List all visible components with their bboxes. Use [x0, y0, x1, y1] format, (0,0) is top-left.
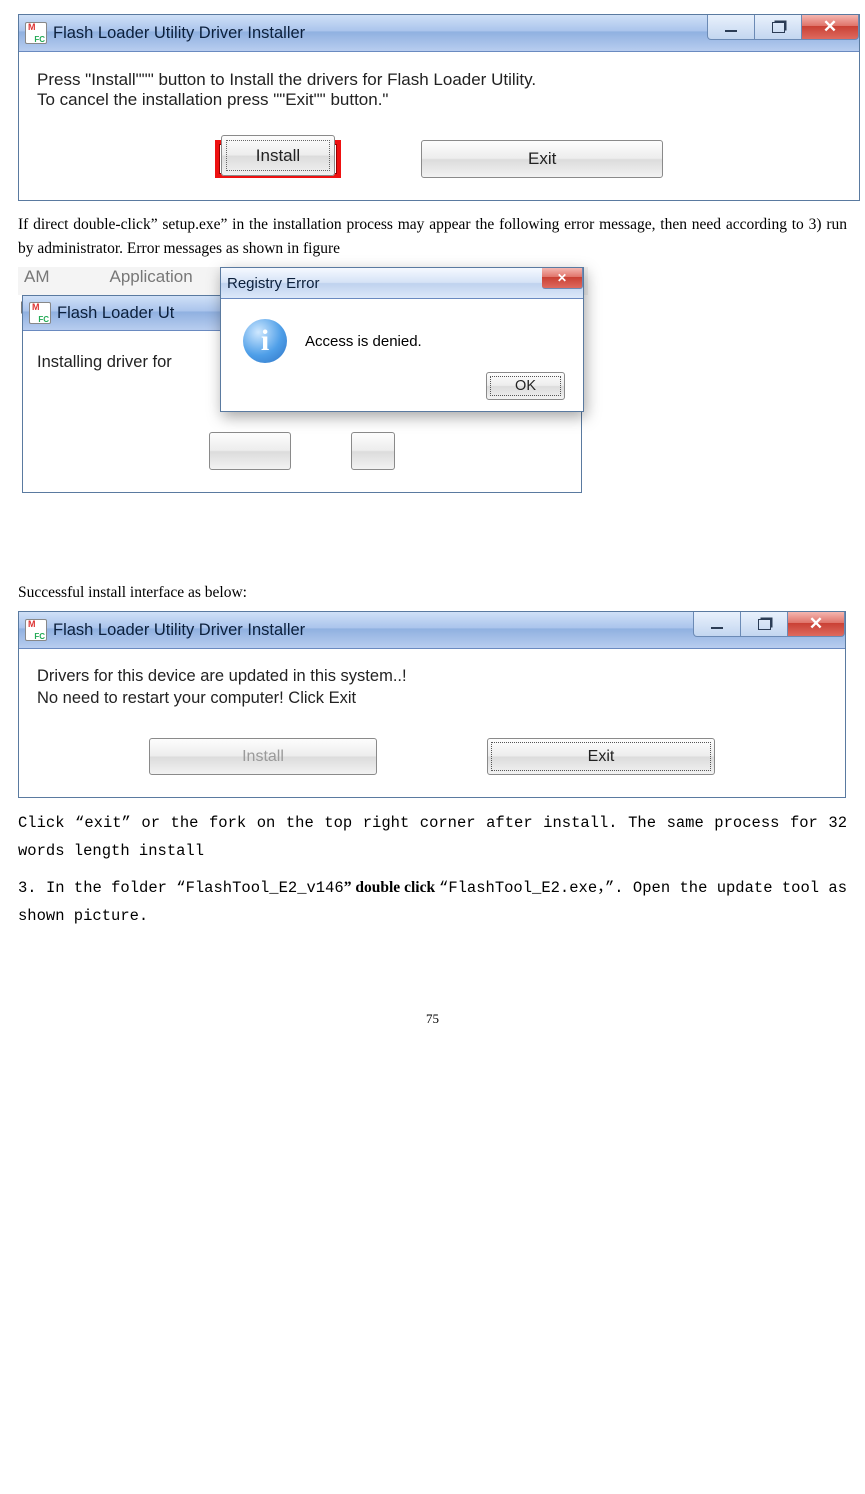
close-button[interactable] [802, 15, 859, 40]
exit-button[interactable]: Exit [421, 140, 663, 178]
hidden-button-left[interactable] [209, 432, 291, 470]
title-bar: Flash Loader Utility Driver Installer [19, 612, 845, 649]
app-icon [25, 619, 47, 641]
exit-button[interactable]: Exit [487, 738, 715, 776]
app-icon [29, 302, 51, 324]
error-screenshot-composite: AM Application 350 KB p Flash Loader Ut … [18, 267, 588, 567]
paragraph-success-intro: Successful install interface as below: [18, 581, 847, 605]
paragraph-click-exit: Click “exit” or the fork on the top righ… [18, 810, 847, 866]
install-button-disabled: Install [149, 738, 377, 776]
close-button[interactable] [788, 612, 845, 637]
maximize-button[interactable] [741, 612, 788, 637]
window-body: Press "Install""" button to Install the … [19, 52, 859, 200]
paragraph-error-explain: If direct double-click” setup.exe” in th… [18, 213, 847, 261]
registry-error-dialog: Registry Error i Access is denied. OK [220, 267, 584, 412]
minimize-button[interactable] [707, 15, 755, 40]
error-title-bar: Registry Error [221, 268, 583, 299]
window-title: Flash Loader Utility Driver Installer [53, 621, 687, 640]
explorer-col-date: AM [24, 267, 50, 287]
step3-part-a: 3. In the folder “FlashTool_E2_v146 [18, 879, 344, 897]
window-body: Drivers for this device are updated in t… [19, 649, 845, 797]
step3-part-b: ” double click [344, 879, 439, 896]
minimize-button[interactable] [693, 612, 741, 637]
window-title: Flash Loader Utility Driver Installer [53, 24, 701, 43]
maximize-button[interactable] [755, 15, 802, 40]
installer-window-success: Flash Loader Utility Driver Installer Dr… [18, 611, 846, 798]
hidden-button-right[interactable] [351, 432, 395, 470]
title-bar: Flash Loader Utility Driver Installer [19, 15, 859, 52]
installer-window-initial: Flash Loader Utility Driver Installer Pr… [18, 14, 860, 201]
paragraph-step3: 3. In the folder “FlashTool_E2_v146” dou… [18, 874, 847, 931]
error-title: Registry Error [227, 275, 536, 292]
ok-button[interactable]: OK [486, 372, 565, 400]
install-button-highlight: Install [215, 140, 341, 178]
app-icon [25, 22, 47, 44]
install-button[interactable]: Install [221, 135, 335, 176]
page-number: 75 [18, 1011, 847, 1027]
info-icon: i [243, 319, 287, 363]
error-close-button[interactable] [542, 268, 583, 289]
success-text: Drivers for this device are updated in t… [37, 665, 417, 710]
error-message: Access is denied. [305, 333, 422, 350]
instruction-text: Press "Install""" button to Install the … [37, 70, 841, 110]
explorer-col-type: Application [110, 267, 193, 287]
